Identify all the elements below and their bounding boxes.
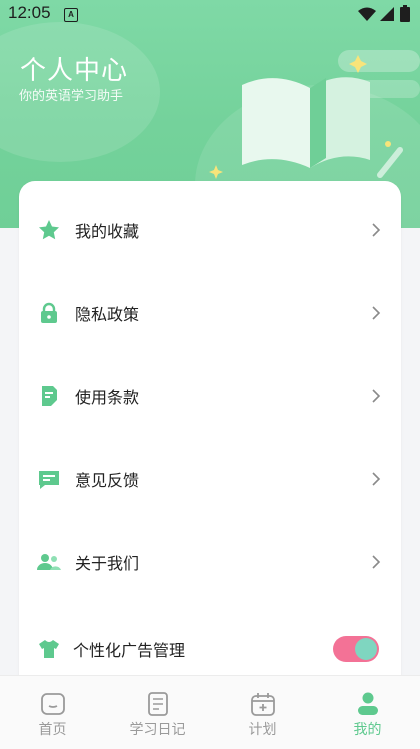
menu-item-label: 意见反馈 <box>75 471 140 490</box>
chevron-right-icon <box>372 389 381 403</box>
book-illustration <box>242 50 420 178</box>
menu-item-favorites[interactable]: 我的收藏 <box>19 200 401 260</box>
chevron-right-icon <box>372 555 381 569</box>
star-icon <box>39 220 59 240</box>
menu-item-label: 使用条款 <box>75 388 140 407</box>
diary-icon <box>147 692 168 716</box>
chevron-right-icon <box>372 472 381 486</box>
menu-item-ad-settings: 个性化广告管理 <box>19 619 401 679</box>
menu-item-label: 隐私政策 <box>75 305 140 324</box>
tab-plan[interactable]: 计划 <box>210 676 315 749</box>
home-icon <box>40 693 65 715</box>
document-icon <box>42 386 57 406</box>
menu-card: 我的收藏 隐私政策 使用条款 意见反馈 关于我们 个性化广告管理 <box>19 181 401 701</box>
menu-item-label: 个性化广告管理 <box>73 641 186 660</box>
signal-icon <box>380 7 394 21</box>
lock-icon <box>41 302 57 323</box>
toggle-knob[interactable] <box>355 638 377 660</box>
menu-item-feedback[interactable]: 意见反馈 <box>19 449 401 509</box>
status-time: 12:05 <box>8 3 51 22</box>
notification-icon: A <box>64 8 78 22</box>
personalized-ads-toggle[interactable] <box>333 636 379 662</box>
tab-mine[interactable]: 我的 <box>315 676 420 749</box>
menu-item-label: 关于我们 <box>75 554 140 573</box>
chevron-right-icon <box>372 306 381 320</box>
page-subtitle: 你的英语学习助手 <box>19 89 124 104</box>
menu-item-about[interactable]: 关于我们 <box>19 532 401 592</box>
profile-icon <box>357 692 378 715</box>
calendar-icon <box>250 693 275 716</box>
chevron-right-icon <box>372 223 381 237</box>
menu-item-label: 我的收藏 <box>75 222 140 241</box>
wifi-icon <box>358 7 376 21</box>
tab-label: 计划 <box>248 722 277 738</box>
tab-label: 学习日记 <box>129 722 186 738</box>
page-title: 个人中心 <box>20 56 129 86</box>
menu-item-terms[interactable]: 使用条款 <box>19 366 401 426</box>
tab-label: 首页 <box>38 722 67 738</box>
shirt-icon <box>39 640 59 658</box>
message-icon <box>39 471 59 489</box>
sparkle-icon <box>209 165 223 179</box>
tab-home[interactable]: 首页 <box>0 676 105 749</box>
tab-diary[interactable]: 学习日记 <box>105 676 210 749</box>
bottom-tab-bar: 首页 学习日记 计划 我的 <box>0 675 420 749</box>
menu-item-privacy[interactable]: 隐私政策 <box>19 283 401 343</box>
users-icon <box>37 554 61 570</box>
tab-label: 我的 <box>353 722 382 738</box>
battery-icon <box>400 5 410 22</box>
status-bar: 12:05 A <box>0 0 420 30</box>
